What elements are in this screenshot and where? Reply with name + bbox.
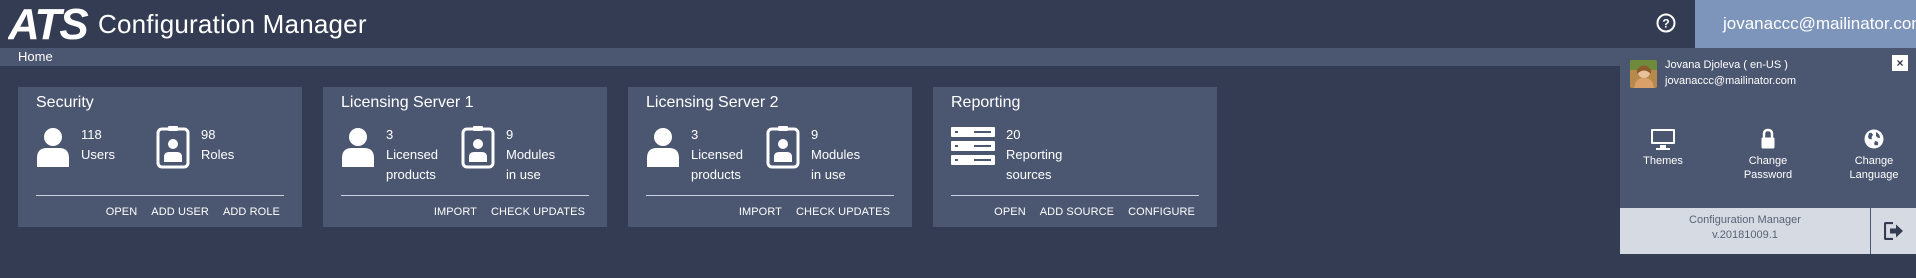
stat-value: 9 [811,127,819,142]
stat-reporting-sources: 20 Reporting sources [950,125,1062,185]
lock-icon [1761,128,1775,149]
avatar [1630,60,1657,88]
monitor-icon [1651,129,1675,150]
stat-licensed-products: 3 Licensed products [340,125,438,185]
stat-label: Modules [811,147,861,162]
user-panel-email: jovanaccc@mailinator.com [1665,75,1796,87]
user-panel: Jovana Djoleva ( en-US ) jovanaccc@maili… [1620,48,1916,254]
user-menu-button[interactable]: jovanaccc@mailinator.com [1695,0,1916,48]
ats-logo[interactable]: ATS [8,3,90,43]
badge-icon [766,126,800,169]
footer-version: v.20181009.1 [1712,229,1778,241]
badge-icon [461,126,495,169]
stat-value: 3 [386,127,394,142]
open-button[interactable]: OPEN [106,206,138,218]
divider [36,195,284,196]
stat-label: Licensed [386,147,439,162]
logout-button[interactable] [1871,208,1916,254]
stat-modules-in-use: 9 Modules in use [765,125,860,185]
divider [341,195,589,196]
change-language-label: Language [1849,169,1899,181]
open-button[interactable]: OPEN [994,206,1026,218]
stat-modules-in-use: 9 Modules in use [460,125,555,185]
logout-icon [1883,222,1903,240]
close-icon[interactable]: × [1892,55,1908,71]
card-title: Reporting [951,94,1021,111]
add-role-button[interactable]: ADD ROLE [223,206,280,218]
stat-label: in use [811,167,846,182]
card-actions: IMPORT CHECK UPDATES [434,206,585,218]
card-actions: OPEN ADD USER ADD ROLE [106,206,280,218]
stat-label: Roles [201,147,235,162]
badge-icon [156,126,190,169]
check-updates-button[interactable]: CHECK UPDATES [491,206,585,218]
stat-value: 118 [81,127,102,142]
svg-text:ATS: ATS [8,3,88,43]
user-icon [37,128,69,167]
card-title: Licensing Server 1 [341,94,474,111]
globe-icon [1864,129,1884,149]
card-security: Security 118 Users 98 Roles OPEN ADD USE… [18,87,302,227]
help-icon[interactable]: ? [1656,13,1676,33]
add-user-button[interactable]: ADD USER [151,206,209,218]
stat-users: 118 Users [35,125,115,169]
themes-label: Themes [1643,155,1683,167]
import-button[interactable]: IMPORT [434,206,477,218]
stat-value: 20 [1006,127,1021,142]
stat-label: Users [81,147,115,162]
change-password-label: Change [1748,155,1788,167]
footer-app-name: Configuration Manager [1689,214,1801,226]
themes-button[interactable]: Themes [1623,128,1703,168]
stat-licensed-products: 3 Licensed products [645,125,743,185]
divider [646,195,894,196]
configure-button[interactable]: CONFIGURE [1128,206,1195,218]
change-language-label: Change [1854,155,1894,167]
user-icon [647,128,679,167]
svg-text:?: ? [1662,17,1669,31]
stat-value: 98 [201,127,216,142]
change-password-button[interactable]: Change Password [1728,128,1808,182]
card-licensing-server-1: Licensing Server 1 3 Licensed products 9… [323,87,607,227]
stat-roles: 98 Roles [155,125,234,169]
app-title: Configuration Manager [98,9,367,39]
change-language-button[interactable]: Change Language [1834,128,1914,182]
card-title: Licensing Server 2 [646,94,779,111]
stat-value: 9 [506,127,514,142]
stat-label: in use [506,167,541,182]
card-licensing-server-2: Licensing Server 2 3 Licensed products 9… [628,87,912,227]
stat-label: products [386,167,436,182]
server-icon [951,127,995,165]
top-bar: ATS Configuration Manager ? jovanaccc@ma… [0,0,1916,48]
user-icon [342,128,374,167]
card-actions: IMPORT CHECK UPDATES [739,206,890,218]
add-source-button[interactable]: ADD SOURCE [1040,206,1114,218]
version-footer: Configuration Manager v.20181009.1 [1620,208,1870,254]
stat-value: 3 [691,127,699,142]
breadcrumb-home[interactable]: Home [18,49,53,64]
stat-label: sources [1006,167,1052,182]
stat-label: Licensed [691,147,744,162]
card-actions: OPEN ADD SOURCE CONFIGURE [994,206,1195,218]
stat-label: products [691,167,741,182]
check-updates-button[interactable]: CHECK UPDATES [796,206,890,218]
user-email: jovanaccc@mailinator.com [1723,14,1916,33]
change-password-label: Password [1743,169,1793,181]
import-button[interactable]: IMPORT [739,206,782,218]
user-name: Jovana Djoleva ( en-US ) [1665,59,1788,71]
stat-label: Modules [506,147,556,162]
card-reporting: Reporting 20 Reporting sources OPEN ADD … [933,87,1217,227]
stat-label: Reporting [1006,147,1063,162]
card-title: Security [36,94,94,111]
divider [951,195,1199,196]
